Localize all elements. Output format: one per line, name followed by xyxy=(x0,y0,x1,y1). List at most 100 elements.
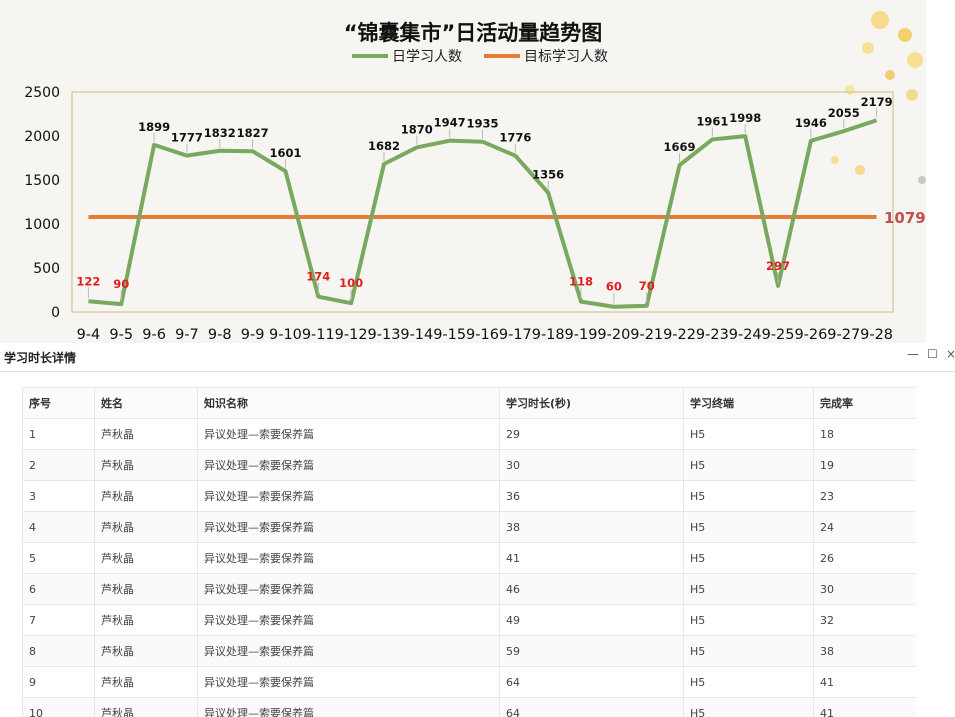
column-header-duration[interactable]: 学习时长(秒) xyxy=(499,387,684,419)
data-label: 1946 xyxy=(795,116,827,130)
cell-knowledge: 异议处理—索要保养篇 xyxy=(197,635,500,667)
cell-index: 3 xyxy=(22,480,95,512)
study-duration-table: 序号 姓名 知识名称 学习时长(秒) 学习终端 完成率 1 芦秋晶 异议处理—索要保… xyxy=(22,387,916,717)
x-tick-label: 9-12 xyxy=(335,327,368,343)
x-tick-label: 9-4 xyxy=(77,327,101,343)
cell-terminal: H5 xyxy=(683,418,814,450)
cell-completion: 38 xyxy=(813,635,916,667)
cell-terminal: H5 xyxy=(683,666,814,698)
table-row[interactable]: 9 芦秋晶 异议处理—索要保养篇 64 H5 41 xyxy=(22,666,916,698)
x-tick-label: 9-15 xyxy=(433,327,466,343)
minimize-button[interactable]: — xyxy=(907,347,919,361)
chart-title: “锦囊集市”日活动量趋势图 xyxy=(344,21,603,45)
data-label: 2179 xyxy=(861,95,893,109)
x-tick-label: 9-6 xyxy=(142,327,166,343)
cell-index: 8 xyxy=(22,635,95,667)
cell-completion: 18 xyxy=(813,418,916,450)
y-tick-label: 2000 xyxy=(24,129,60,145)
x-tick-label: 9-19 xyxy=(565,327,598,343)
target-value-label: 1079 xyxy=(884,209,926,227)
x-tick-label: 9-17 xyxy=(499,327,532,343)
cell-index: 1 xyxy=(22,418,95,450)
data-label: 1832 xyxy=(204,126,236,140)
cell-name: 芦秋晶 xyxy=(94,418,198,450)
cell-name: 芦秋晶 xyxy=(94,449,198,481)
cell-terminal: H5 xyxy=(683,480,814,512)
column-header-knowledge[interactable]: 知识名称 xyxy=(197,387,500,419)
cell-completion: 30 xyxy=(813,573,916,605)
cell-name: 芦秋晶 xyxy=(94,635,198,667)
table-row[interactable]: 2 芦秋晶 异议处理—索要保养篇 30 H5 19 xyxy=(22,449,916,481)
data-label: 70 xyxy=(639,279,655,293)
x-tick-label: 9-14 xyxy=(400,327,433,343)
chart-title-group: “锦囊集市”日活动量趋势图 xyxy=(344,21,603,45)
column-header-index[interactable]: 序号 xyxy=(22,387,95,419)
column-header-name[interactable]: 姓名 xyxy=(94,387,198,419)
data-label: 1899 xyxy=(138,120,170,134)
y-tick-label: 0 xyxy=(51,305,60,321)
cell-index: 4 xyxy=(22,511,95,543)
data-label: 1827 xyxy=(237,126,269,140)
legend-label-actual: 日学习人数 xyxy=(392,49,462,65)
data-label: 90 xyxy=(113,277,129,291)
cell-completion: 24 xyxy=(813,511,916,543)
y-tick-label: 1500 xyxy=(24,173,60,189)
table-row[interactable]: 5 芦秋晶 异议处理—索要保养篇 41 H5 26 xyxy=(22,542,916,574)
cell-duration: 36 xyxy=(499,480,684,512)
cell-completion: 41 xyxy=(813,666,916,698)
table-row[interactable]: 6 芦秋晶 异议处理—索要保养篇 46 H5 30 xyxy=(22,573,916,605)
table-row[interactable]: 3 芦秋晶 异议处理—索要保养篇 36 H5 23 xyxy=(22,480,916,512)
cell-index: 2 xyxy=(22,449,95,481)
cell-completion: 41 xyxy=(813,697,916,717)
cell-knowledge: 异议处理—索要保养篇 xyxy=(197,511,500,543)
cell-completion: 32 xyxy=(813,604,916,636)
data-label: 1776 xyxy=(499,131,531,145)
cell-name: 芦秋晶 xyxy=(94,480,198,512)
table-row[interactable]: 1 芦秋晶 异议处理—索要保养篇 29 H5 18 xyxy=(22,418,916,450)
x-tick-label: 9-23 xyxy=(696,327,729,343)
table-row[interactable]: 8 芦秋晶 异议处理—索要保养篇 59 H5 38 xyxy=(22,635,916,667)
cell-duration: 64 xyxy=(499,666,684,698)
column-header-terminal[interactable]: 学习终端 xyxy=(683,387,814,419)
cell-knowledge: 异议处理—索要保养篇 xyxy=(197,418,500,450)
x-tick-label: 9-21 xyxy=(630,327,663,343)
cell-knowledge: 异议处理—索要保养篇 xyxy=(197,449,500,481)
x-tick-label: 9-27 xyxy=(827,327,860,343)
x-tick-label: 9-16 xyxy=(466,327,499,343)
chart-legend: 日学习人数 目标学习人数 xyxy=(352,49,608,65)
y-tick-label: 1000 xyxy=(24,217,60,233)
cell-name: 芦秋晶 xyxy=(94,604,198,636)
cell-name: 芦秋晶 xyxy=(94,697,198,717)
data-label: 1870 xyxy=(401,122,433,136)
x-tick-label: 9-11 xyxy=(302,327,335,343)
data-label: 1777 xyxy=(171,131,203,145)
column-header-completion[interactable]: 完成率 xyxy=(813,387,916,419)
cell-terminal: H5 xyxy=(683,635,814,667)
x-tick-label: 9-18 xyxy=(532,327,565,343)
maximize-button[interactable]: ☐ xyxy=(927,347,938,361)
x-tick-label: 9-22 xyxy=(663,327,696,343)
window-title: 学习时长详情 xyxy=(4,351,77,365)
cell-completion: 23 xyxy=(813,480,916,512)
data-label: 1935 xyxy=(466,117,498,131)
table-row[interactable]: 7 芦秋晶 异议处理—索要保养篇 49 H5 32 xyxy=(22,604,916,636)
x-tick-label: 9-28 xyxy=(860,327,893,343)
cell-name: 芦秋晶 xyxy=(94,573,198,605)
cell-index: 10 xyxy=(22,697,95,717)
cell-name: 芦秋晶 xyxy=(94,511,198,543)
cell-terminal: H5 xyxy=(683,697,814,717)
cell-knowledge: 异议处理—索要保养篇 xyxy=(197,604,500,636)
x-tick-label: 9-8 xyxy=(208,327,232,343)
close-button[interactable]: × xyxy=(946,347,955,361)
detail-window-titlebar: 学习时长详情 — ☐ × xyxy=(0,343,955,372)
x-axis: 9-4 9-5 9-6 9-7 9-8 9-9 9-10 9-11 9-12 9-13 9-14 9-… xyxy=(77,327,893,343)
table-row[interactable]: 10 芦秋晶 异议处理—索要保养篇 64 H5 41 xyxy=(22,697,916,717)
study-duration-table-container[interactable]: 序号 姓名 知识名称 学习时长(秒) 学习终端 完成率 1 芦秋晶 异议处理—索要保… xyxy=(22,387,916,717)
table-row[interactable]: 4 芦秋晶 异议处理—索要保养篇 38 H5 24 xyxy=(22,511,916,543)
cell-index: 7 xyxy=(22,604,95,636)
x-tick-label: 9-7 xyxy=(175,327,199,343)
data-label: 1947 xyxy=(434,116,466,130)
data-label: 100 xyxy=(339,276,363,290)
cell-completion: 19 xyxy=(813,449,916,481)
data-label: 122 xyxy=(76,274,100,288)
